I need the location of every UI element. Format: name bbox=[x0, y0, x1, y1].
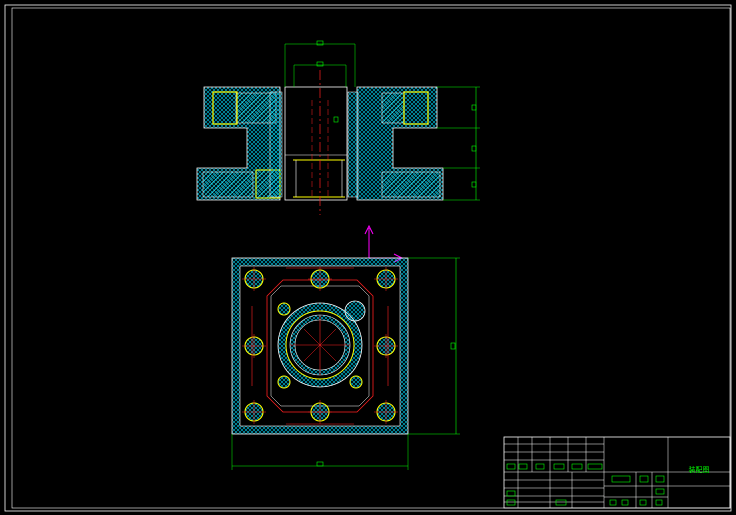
front-bore-liner-right bbox=[347, 91, 359, 198]
title-block: 装配图 bbox=[503, 436, 731, 509]
title-block-title: 装配图 bbox=[689, 465, 710, 474]
ucs-icon bbox=[364, 224, 404, 263]
cad-drawing-canvas[interactable]: 装配图 bbox=[0, 0, 736, 515]
plan-dowel-hole bbox=[344, 300, 366, 322]
front-left-diag-block bbox=[202, 171, 254, 198]
front-center-bore bbox=[284, 86, 348, 201]
front-right-top-diag bbox=[381, 92, 405, 124]
front-bore-liner-left bbox=[269, 91, 283, 198]
front-right-diag-block bbox=[381, 171, 441, 198]
plan-view bbox=[231, 257, 460, 470]
front-section-view bbox=[196, 40, 480, 215]
